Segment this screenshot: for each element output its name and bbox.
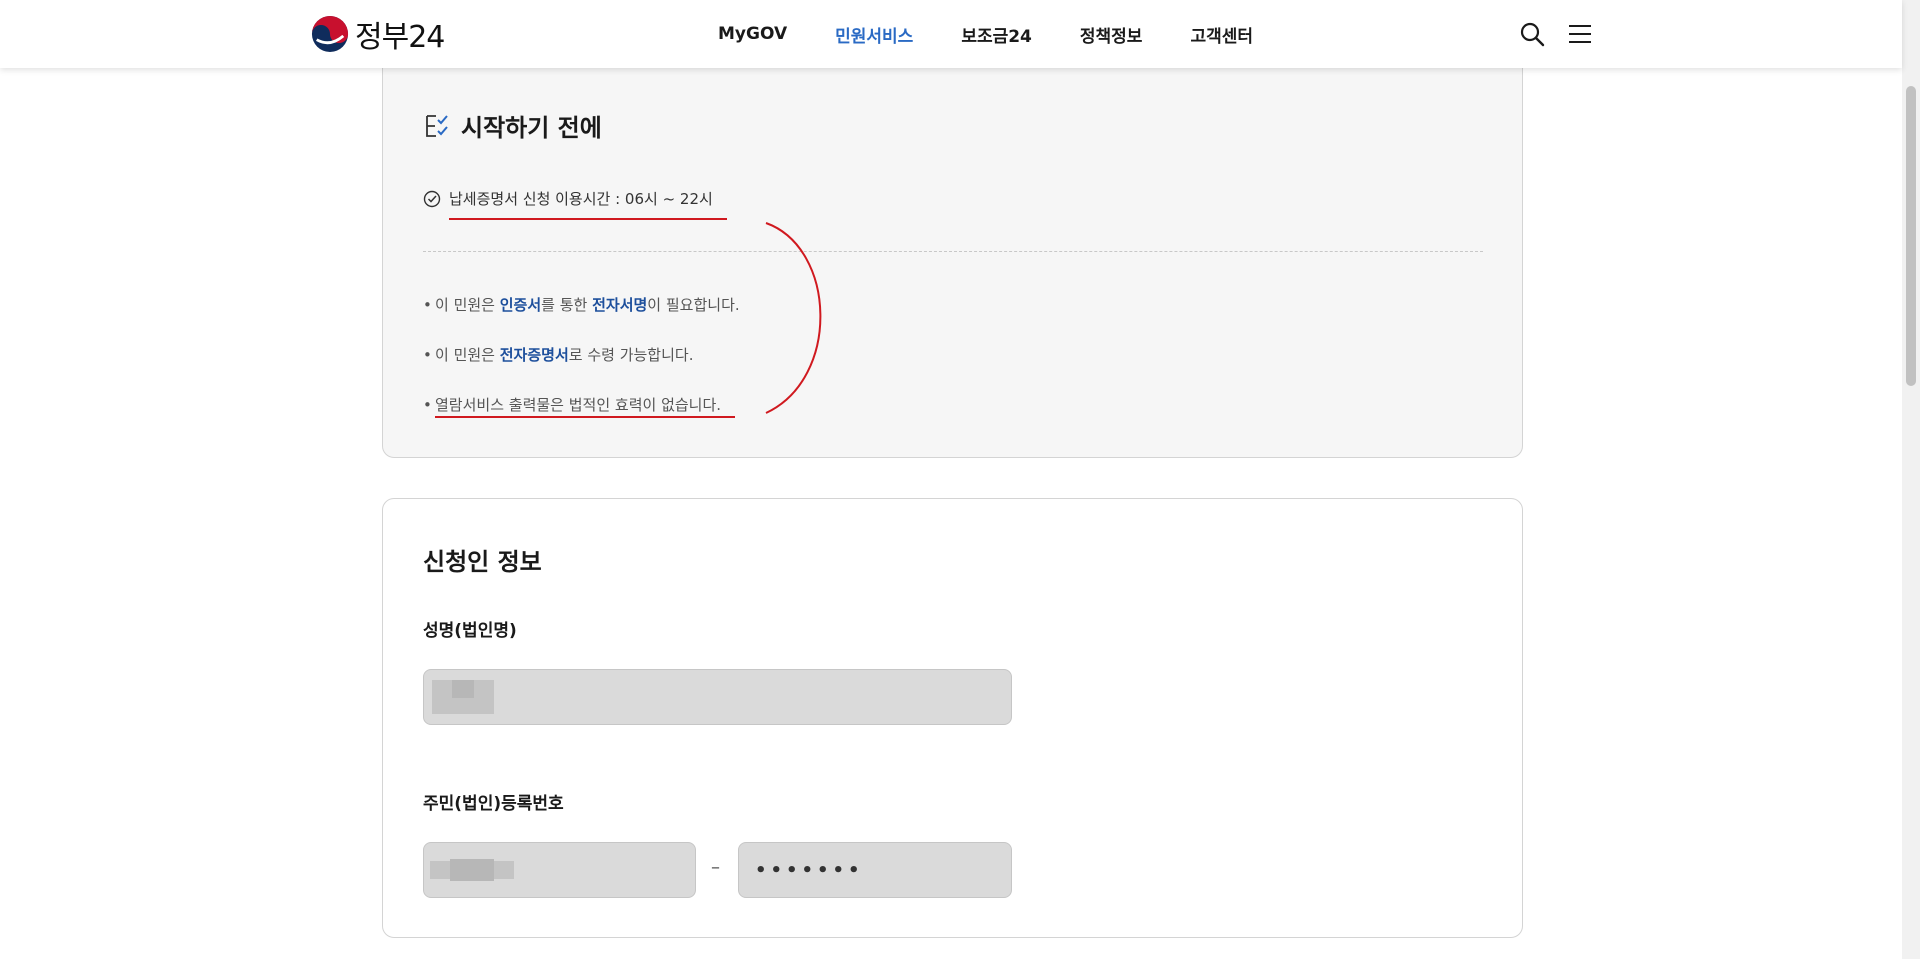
site-logo[interactable]: 정부24 — [311, 14, 445, 55]
taegeuk-logo-icon — [311, 15, 349, 53]
name-field[interactable] — [423, 669, 1012, 725]
red-underline-annotation — [435, 416, 735, 418]
checklist-icon — [426, 114, 448, 137]
applicant-info-title: 신청인 정보 — [423, 548, 542, 576]
scrollbar-thumb[interactable] — [1906, 86, 1916, 386]
before-start-heading: 시작하기 전에 — [423, 108, 602, 143]
masked-value — [452, 680, 474, 698]
service-time-notice: 납세증명서 신청 이용시간 : 06시 ~ 22시 — [423, 188, 713, 209]
highlight-e-signature: 전자서명 — [592, 296, 648, 314]
red-underline-annotation — [449, 218, 727, 220]
list-item: 이 민원은 인증서를 통한 전자서명이 필요합니다. — [423, 294, 740, 344]
list-item: 이 민원은 전자증명서로 수령 가능합니다. — [423, 344, 740, 394]
site-header: 정부24 MyGOV 민원서비스 보조금24 정책정보 고객센터 — [0, 0, 1902, 68]
check-circle-icon — [423, 190, 441, 207]
hamburger-menu-icon[interactable] — [1566, 20, 1594, 48]
rrn-front-field[interactable] — [423, 842, 696, 898]
search-icon[interactable] — [1518, 20, 1546, 48]
highlight-e-certificate: 전자증명서 — [499, 346, 569, 364]
before-start-card: 시작하기 전에 납세증명서 신청 이용시간 : 06시 ~ 22시 이 민원은 … — [382, 67, 1523, 458]
rrn-back-field[interactable]: ••••••• — [738, 842, 1012, 898]
red-arc-annotation — [765, 222, 822, 414]
rrn-separator: – — [711, 857, 720, 878]
main-nav: MyGOV 민원서비스 보조금24 정책정보 고객센터 — [718, 0, 1301, 68]
logo-text: 정부24 — [355, 20, 445, 55]
rrn-label: 주민(법인)등록번호 — [423, 794, 564, 814]
name-label: 성명(법인명) — [423, 621, 517, 641]
applicant-info-card: 신청인 정보 성명(법인명) 주민(법인)등록번호 – ••••••• — [382, 498, 1523, 938]
list-item: 열람서비스 출력물은 법적인 효력이 없습니다. — [423, 394, 740, 444]
masked-value — [450, 859, 494, 881]
service-time-text: 납세증명서 신청 이용시간 : 06시 ~ 22시 — [449, 190, 713, 208]
nav-mygov[interactable]: MyGOV — [718, 24, 787, 44]
nav-customer-center[interactable]: 고객센터 — [1190, 22, 1253, 47]
nav-policy-info[interactable]: 정책정보 — [1080, 22, 1143, 47]
nav-subsidy24[interactable]: 보조금24 — [961, 22, 1032, 47]
dashed-divider — [423, 251, 1483, 252]
highlight-certificate: 인증서 — [499, 296, 542, 314]
notice-list: 이 민원은 인증서를 통한 전자서명이 필요합니다. 이 민원은 전자증명서로 … — [423, 294, 740, 444]
nav-civil-service[interactable]: 민원서비스 — [835, 22, 913, 47]
before-start-title: 시작하기 전에 — [461, 114, 602, 142]
